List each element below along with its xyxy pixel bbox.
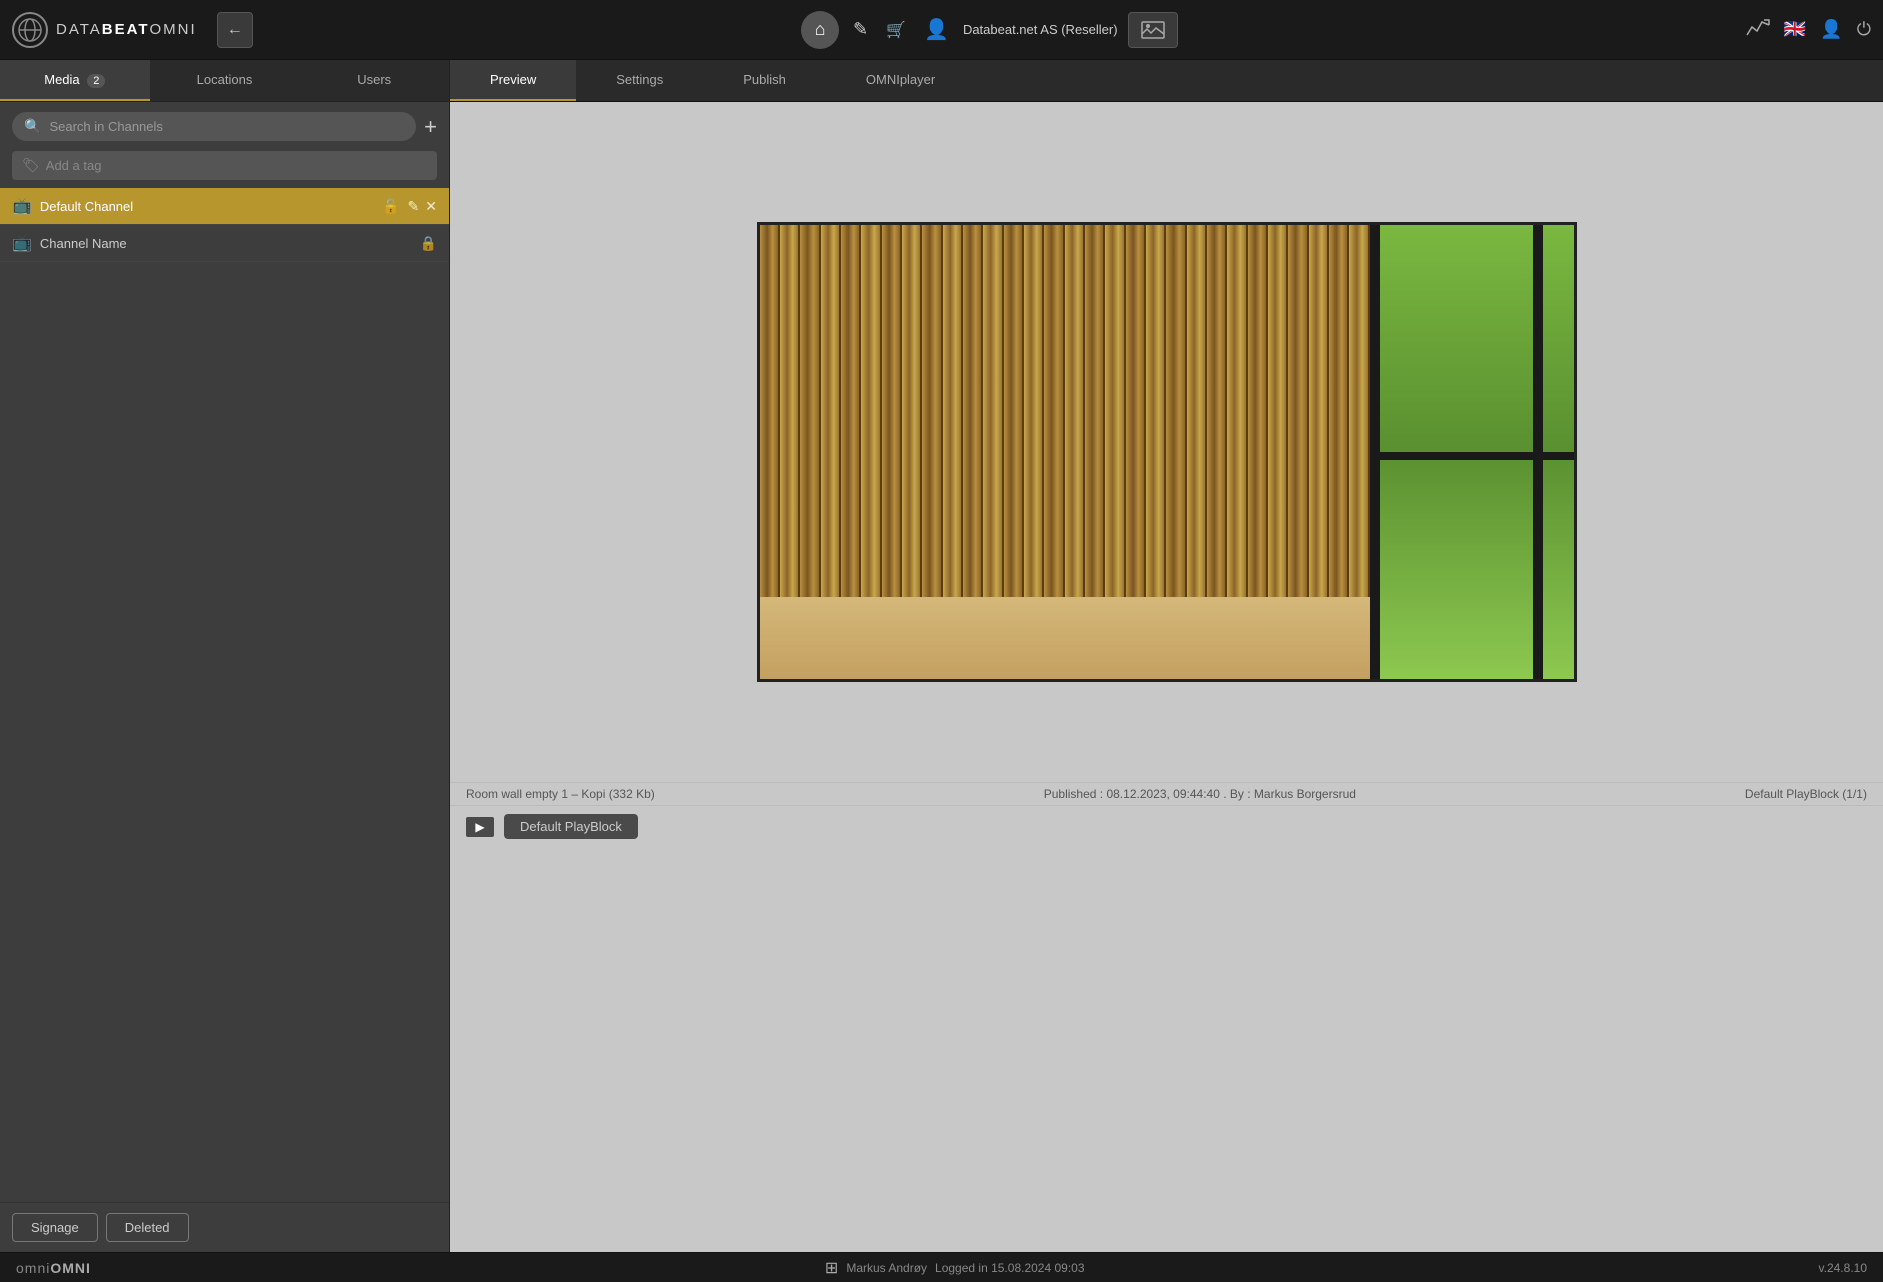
- logo-area: DATABEATOMNI: [12, 12, 197, 48]
- search-input[interactable]: [49, 119, 404, 134]
- tab-publish[interactable]: Publish: [703, 60, 826, 101]
- company-name: Databeat.net AS (Reseller): [963, 22, 1118, 37]
- brand-text: omniOMNI: [16, 1260, 91, 1276]
- lock-icon: 🔒: [420, 235, 437, 252]
- logo-text: DATABEATOMNI: [56, 21, 197, 38]
- window-frame-horizontal: [1370, 452, 1574, 460]
- tab-locations[interactable]: Locations: [150, 60, 300, 101]
- tab-users[interactable]: Users: [299, 60, 449, 101]
- cart-button[interactable]: 🛒: [882, 16, 910, 44]
- preview-top-space: [450, 102, 1883, 222]
- status-user: Markus Andrøy: [846, 1261, 927, 1275]
- channel-tv-icon: 📺: [12, 196, 32, 216]
- sidebar-footer: Signage Deleted: [0, 1202, 449, 1252]
- channel-list: 📺 Default Channel 🔓 ✎ ✕ 📺 Channel Name 🔒: [0, 188, 449, 1202]
- left-sidebar: Media 2 Locations Users 🔍 + 🏷: [0, 60, 450, 1252]
- sidebar-tabs: Media 2 Locations Users: [0, 60, 449, 102]
- channel-item[interactable]: 📺 Channel Name 🔒: [0, 225, 449, 262]
- add-channel-button[interactable]: +: [424, 116, 437, 138]
- top-navbar: DATABEATOMNI ← ⌂ ✎ 🛒 👤 Databeat.net AS (…: [0, 0, 1883, 60]
- media-badge: 2: [87, 74, 105, 88]
- preview-info-bar: Room wall empty 1 – Kopi (332 Kb) Publis…: [450, 782, 1883, 805]
- tag-icon: 🏷: [22, 157, 40, 174]
- status-login: Logged in 15.08.2024 09:03: [935, 1261, 1084, 1275]
- preview-play-button[interactable]: ▶: [466, 817, 494, 837]
- preview-publish-info: Published : 08.12.2023, 09:44:40 . By : …: [1044, 787, 1356, 801]
- user-profile-button[interactable]: 👤: [920, 13, 953, 46]
- tag-input[interactable]: [46, 158, 427, 173]
- content-tabs: Preview Settings Publish OMNIplayer: [450, 60, 1883, 102]
- unlock-icon: 🔓: [382, 198, 399, 215]
- preview-filename: Room wall empty 1 – Kopi (332 Kb): [466, 787, 655, 801]
- status-version: v.24.8.10: [1819, 1261, 1867, 1275]
- power-icon[interactable]: ⏻: [1857, 19, 1871, 40]
- status-left: omniOMNI: [16, 1260, 91, 1276]
- tab-omniplayer[interactable]: OMNIplayer: [826, 60, 975, 101]
- preview-controls: ▶ Default PlayBlock: [450, 805, 1883, 847]
- channel-item[interactable]: 📺 Default Channel 🔓 ✎ ✕: [0, 188, 449, 225]
- tag-input-wrapper: 🏷: [12, 151, 437, 180]
- main-layout: Media 2 Locations Users 🔍 + 🏷: [0, 60, 1883, 1252]
- nav-center: ⌂ ✎ 🛒 👤 Databeat.net AS (Reseller): [801, 11, 1178, 49]
- analytics-icon[interactable]: [1746, 17, 1770, 42]
- search-icon: 🔍: [24, 118, 41, 135]
- person-icon[interactable]: 👤: [1820, 19, 1842, 40]
- wood-slats-decoration: [760, 225, 1371, 597]
- channel-item-name: Default Channel: [40, 199, 374, 214]
- close-channel-icon[interactable]: ✕: [425, 198, 437, 215]
- preview-bottom-space: [450, 682, 1883, 782]
- preview-area: Room wall empty 1 – Kopi (332 Kb) Publis…: [450, 102, 1883, 1252]
- sidebar-content: 🔍 + 🏷 📺 Default Channel 🔓 ✎ ✕: [0, 102, 449, 1202]
- status-bar: omniOMNI ⊞ Markus Andrøy Logged in 15.08…: [0, 1252, 1883, 1282]
- nav-right-icons: 🇬🇧 👤 ⏻: [1746, 17, 1871, 42]
- search-bar: 🔍 +: [0, 102, 449, 151]
- channel-item-name: Channel Name: [40, 236, 412, 251]
- back-button[interactable]: ←: [217, 12, 253, 48]
- ms-icon: ⊞: [825, 1258, 838, 1278]
- right-content: Preview Settings Publish OMNIplayer: [450, 60, 1883, 1252]
- preview-image-container: [757, 222, 1577, 682]
- tab-preview[interactable]: Preview: [450, 60, 576, 101]
- window-decoration: [1370, 225, 1574, 679]
- edit-channel-icon[interactable]: ✎: [408, 198, 420, 215]
- flag-icon[interactable]: 🇬🇧: [1784, 19, 1806, 40]
- logo-icon: [12, 12, 48, 48]
- deleted-button[interactable]: Deleted: [106, 1213, 189, 1242]
- playblock-button[interactable]: Default PlayBlock: [504, 814, 638, 839]
- status-center: ⊞ Markus Andrøy Logged in 15.08.2024 09:…: [825, 1258, 1085, 1278]
- search-input-wrapper: 🔍: [12, 112, 416, 141]
- preview-playblock-info: Default PlayBlock (1/1): [1745, 787, 1867, 801]
- floor-decoration: [760, 597, 1371, 679]
- preview-image: [760, 225, 1574, 679]
- image-button[interactable]: [1128, 12, 1178, 48]
- channel-tv-icon: 📺: [12, 233, 32, 253]
- tab-media[interactable]: Media 2: [0, 60, 150, 101]
- edit-button[interactable]: ✎: [849, 15, 872, 44]
- tab-settings[interactable]: Settings: [576, 60, 703, 101]
- home-button[interactable]: ⌂: [801, 11, 839, 49]
- signage-button[interactable]: Signage: [12, 1213, 98, 1242]
- channel-actions: ✎ ✕: [408, 198, 437, 215]
